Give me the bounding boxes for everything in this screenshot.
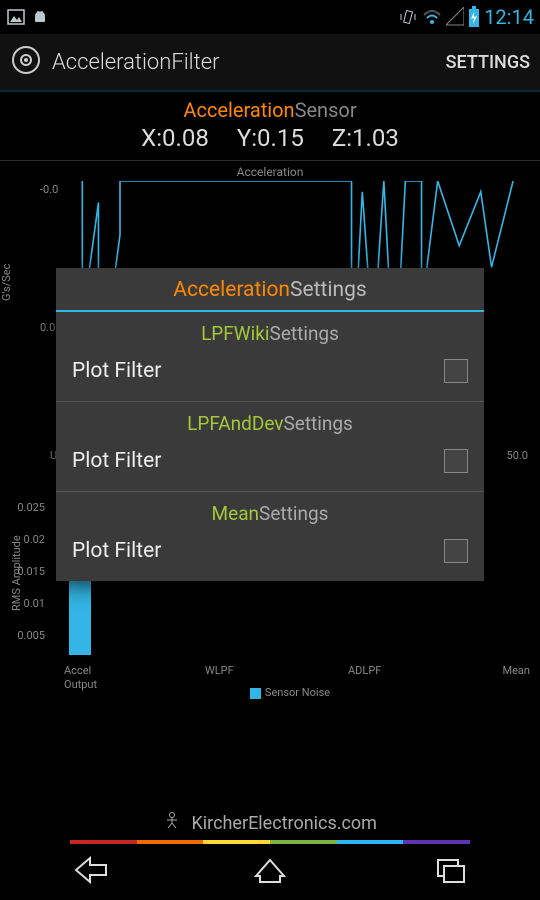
- section-heading-lpfwiki: LPFWikiSettings: [56, 312, 484, 345]
- action-bar: AccelerationFilter SETTINGS: [0, 34, 540, 92]
- battery-icon: [468, 6, 480, 28]
- bar-cat: ADLPF: [348, 664, 381, 677]
- nav-bar: [0, 844, 540, 900]
- bar-cat: Mean: [503, 664, 531, 677]
- plot-filter-label: Plot Filter: [72, 449, 444, 473]
- bar-ytick: 0.015: [10, 565, 45, 578]
- back-button[interactable]: [70, 854, 110, 890]
- android-icon: [30, 7, 50, 27]
- plot-filter-row-mean[interactable]: Plot Filter: [56, 525, 484, 581]
- app-title: AccelerationFilter: [52, 50, 446, 75]
- sensor-z: Z:1.03: [332, 124, 399, 152]
- bar-cat: WLPF: [205, 664, 234, 677]
- section-heading-lpfanddev: LPFAndDevSettings: [56, 402, 484, 435]
- plot-filter-checkbox[interactable]: [444, 449, 468, 473]
- bar-ytick: 0.025: [10, 501, 45, 514]
- sensor-y: Y:0.15: [237, 124, 304, 152]
- signal-icon: [446, 7, 464, 27]
- bar-legend: Sensor Noise: [50, 686, 530, 699]
- plot-filter-row-lpfanddev[interactable]: Plot Filter: [56, 435, 484, 491]
- bar-ytick: 0.005: [10, 629, 45, 642]
- plot-filter-checkbox[interactable]: [444, 359, 468, 383]
- picture-icon: [6, 7, 26, 27]
- sensor-title-accent: Acceleration: [183, 98, 294, 122]
- recents-button[interactable]: [430, 854, 470, 890]
- home-button[interactable]: [250, 854, 290, 890]
- status-clock: 12:14: [484, 5, 534, 29]
- status-bar: 12:14: [0, 0, 540, 34]
- plot-filter-label: Plot Filter: [72, 359, 444, 383]
- sensor-readout: AccelerationSensor X:0.08 Y:0.15 Z:1.03: [0, 92, 540, 160]
- plot-filter-checkbox[interactable]: [444, 539, 468, 563]
- line-chart-title: Acceleration: [0, 165, 540, 179]
- dialog-title: AccelerationSettings: [56, 268, 484, 312]
- vibrate-icon: [398, 7, 418, 27]
- bar-ytick: 0.01: [10, 597, 45, 610]
- line-chart-ylabel: G's/Sec: [0, 264, 13, 301]
- settings-dialog: AccelerationSettings LPFWikiSettings Plo…: [56, 268, 484, 581]
- footer-brand: KircherElectronics.com: [0, 811, 540, 834]
- bar-cat: Accel: [64, 664, 91, 677]
- wifi-icon: [422, 7, 442, 27]
- app-icon: [10, 44, 42, 80]
- plot-filter-row-lpfwiki[interactable]: Plot Filter: [56, 345, 484, 401]
- plot-filter-label: Plot Filter: [72, 539, 444, 563]
- sensor-title-dim: Sensor: [295, 98, 357, 122]
- settings-button[interactable]: SETTINGS: [446, 52, 530, 73]
- section-heading-mean: MeanSettings: [56, 492, 484, 525]
- bar-ytick: 0.02: [10, 533, 45, 546]
- sensor-x: X:0.08: [141, 124, 209, 152]
- person-icon: [163, 813, 185, 834]
